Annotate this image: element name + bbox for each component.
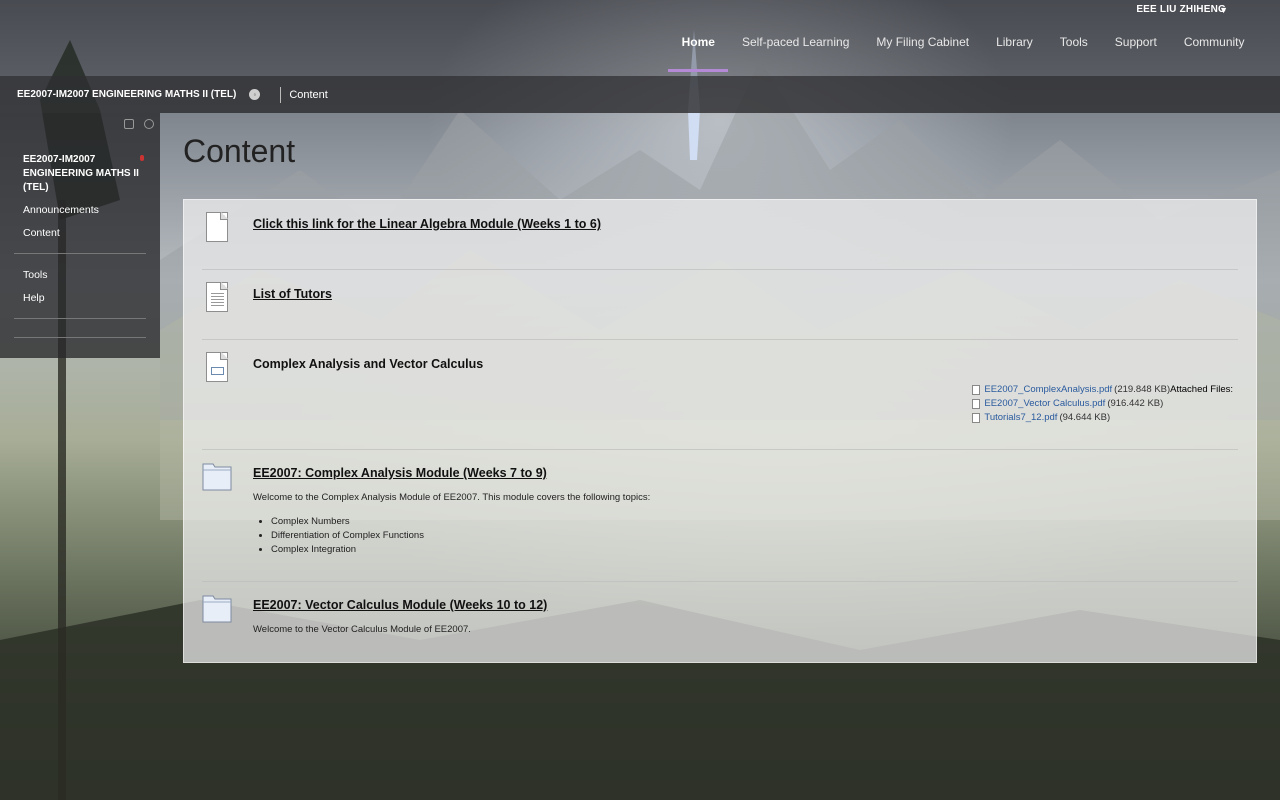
attached-file-link[interactable]: EE2007_Vector Calculus.pdf: [984, 397, 1105, 411]
nav-self-paced-learning[interactable]: Self-paced Learning: [728, 28, 862, 72]
nav-my-filing-cabinet[interactable]: My Filing Cabinet: [863, 28, 983, 72]
sidebar-item-content[interactable]: Content: [23, 227, 60, 239]
breadcrumb-divider: [280, 86, 282, 103]
course-menu-title[interactable]: EE2007-IM2007 ENGINEERING MATHS II (TEL): [23, 153, 143, 195]
circle-options-icon[interactable]: ◦: [249, 89, 261, 100]
pdf-file-icon: [972, 385, 981, 395]
breadcrumb: EE2007-IM2007 ENGINEERING MATHS II (TEL)…: [0, 76, 1280, 113]
main-nav: Home Self-paced Learning My Filing Cabin…: [668, 28, 1258, 72]
content-item-title[interactable]: List of Tutors: [253, 287, 332, 301]
attached-file-row: EE2007_ComplexAnalysis.pdf (219.848 KB) …: [972, 383, 1233, 397]
course-menu: EE2007-IM2007 ENGINEERING MATHS II (TEL)…: [0, 113, 160, 358]
item-divider: [202, 449, 1238, 450]
content-item-title: Complex Analysis and Vector Calculus: [253, 357, 484, 371]
nav-library[interactable]: Library: [983, 28, 1047, 72]
nav-community[interactable]: Community: [1170, 28, 1258, 72]
document-icon: [206, 282, 228, 312]
content-item-title[interactable]: EE2007: Vector Calculus Module (Weeks 10…: [253, 598, 547, 612]
topic-list: Complex Numbers Differentiation of Compl…: [271, 515, 424, 557]
folder-icon: [202, 463, 232, 491]
attached-file-link[interactable]: Tutorials7_12.pdf: [984, 411, 1057, 425]
sidebar-divider: [14, 318, 146, 319]
content-item-description: Welcome to the Complex Analysis Module o…: [253, 492, 651, 503]
list-item: Complex Integration: [271, 543, 424, 557]
sidebar-item-help[interactable]: Help: [23, 292, 45, 304]
folder-icon: [202, 595, 232, 623]
folder-icon[interactable]: [124, 119, 134, 129]
content-item-title[interactable]: Click this link for the Linear Algebra M…: [253, 217, 601, 231]
file-attachment-icon: [206, 352, 228, 382]
content-item-title[interactable]: EE2007: Complex Analysis Module (Weeks 7…: [253, 466, 547, 480]
item-divider: [202, 581, 1238, 582]
attached-files-label: Attached Files:: [1170, 384, 1233, 395]
attached-file-size: (94.644 KB): [1059, 412, 1111, 423]
sidebar-item-announcements[interactable]: Announcements: [23, 204, 99, 216]
nav-support[interactable]: Support: [1101, 28, 1170, 72]
item-divider: [202, 269, 1238, 270]
content-list: Click this link for the Linear Algebra M…: [183, 199, 1257, 663]
notification-flag-icon: [140, 155, 144, 161]
pdf-file-icon: [972, 413, 981, 423]
attached-file-link[interactable]: EE2007_ComplexAnalysis.pdf: [984, 383, 1112, 397]
course-menu-tools: [124, 119, 154, 129]
item-divider: [202, 339, 1238, 340]
user-name[interactable]: EEE LIU ZHIHENG: [1136, 4, 1226, 15]
file-icon: [206, 212, 228, 242]
page-title: Content: [183, 133, 296, 169]
attached-file-size: (916.442 KB): [1107, 398, 1164, 409]
sidebar-item-tools[interactable]: Tools: [23, 269, 48, 281]
breadcrumb-current-page: Content: [289, 88, 328, 101]
attached-file-row: Tutorials7_12.pdf (94.644 KB): [972, 411, 1233, 425]
nav-home[interactable]: Home: [668, 28, 729, 72]
top-navigation-bar: EEE LIU ZHIHENG ▼ Home Self-paced Learni…: [0, 0, 1280, 76]
list-item: Complex Numbers: [271, 515, 424, 529]
sidebar-divider: [14, 337, 146, 338]
attached-file-row: EE2007_Vector Calculus.pdf (916.442 KB): [972, 397, 1233, 411]
content-item-description: Welcome to the Vector Calculus Module of…: [253, 624, 471, 635]
breadcrumb-course[interactable]: EE2007-IM2007 ENGINEERING MATHS II (TEL): [17, 89, 236, 100]
pdf-file-icon: [972, 399, 981, 409]
chevron-down-icon[interactable]: ▼: [1219, 5, 1228, 15]
attached-file-size: (219.848 KB): [1114, 384, 1171, 395]
nav-tools[interactable]: Tools: [1046, 28, 1101, 72]
sidebar-divider: [14, 253, 146, 254]
refresh-icon[interactable]: [144, 119, 154, 129]
attached-files: EE2007_ComplexAnalysis.pdf (219.848 KB) …: [972, 383, 1233, 425]
list-item: Differentiation of Complex Functions: [271, 529, 424, 543]
